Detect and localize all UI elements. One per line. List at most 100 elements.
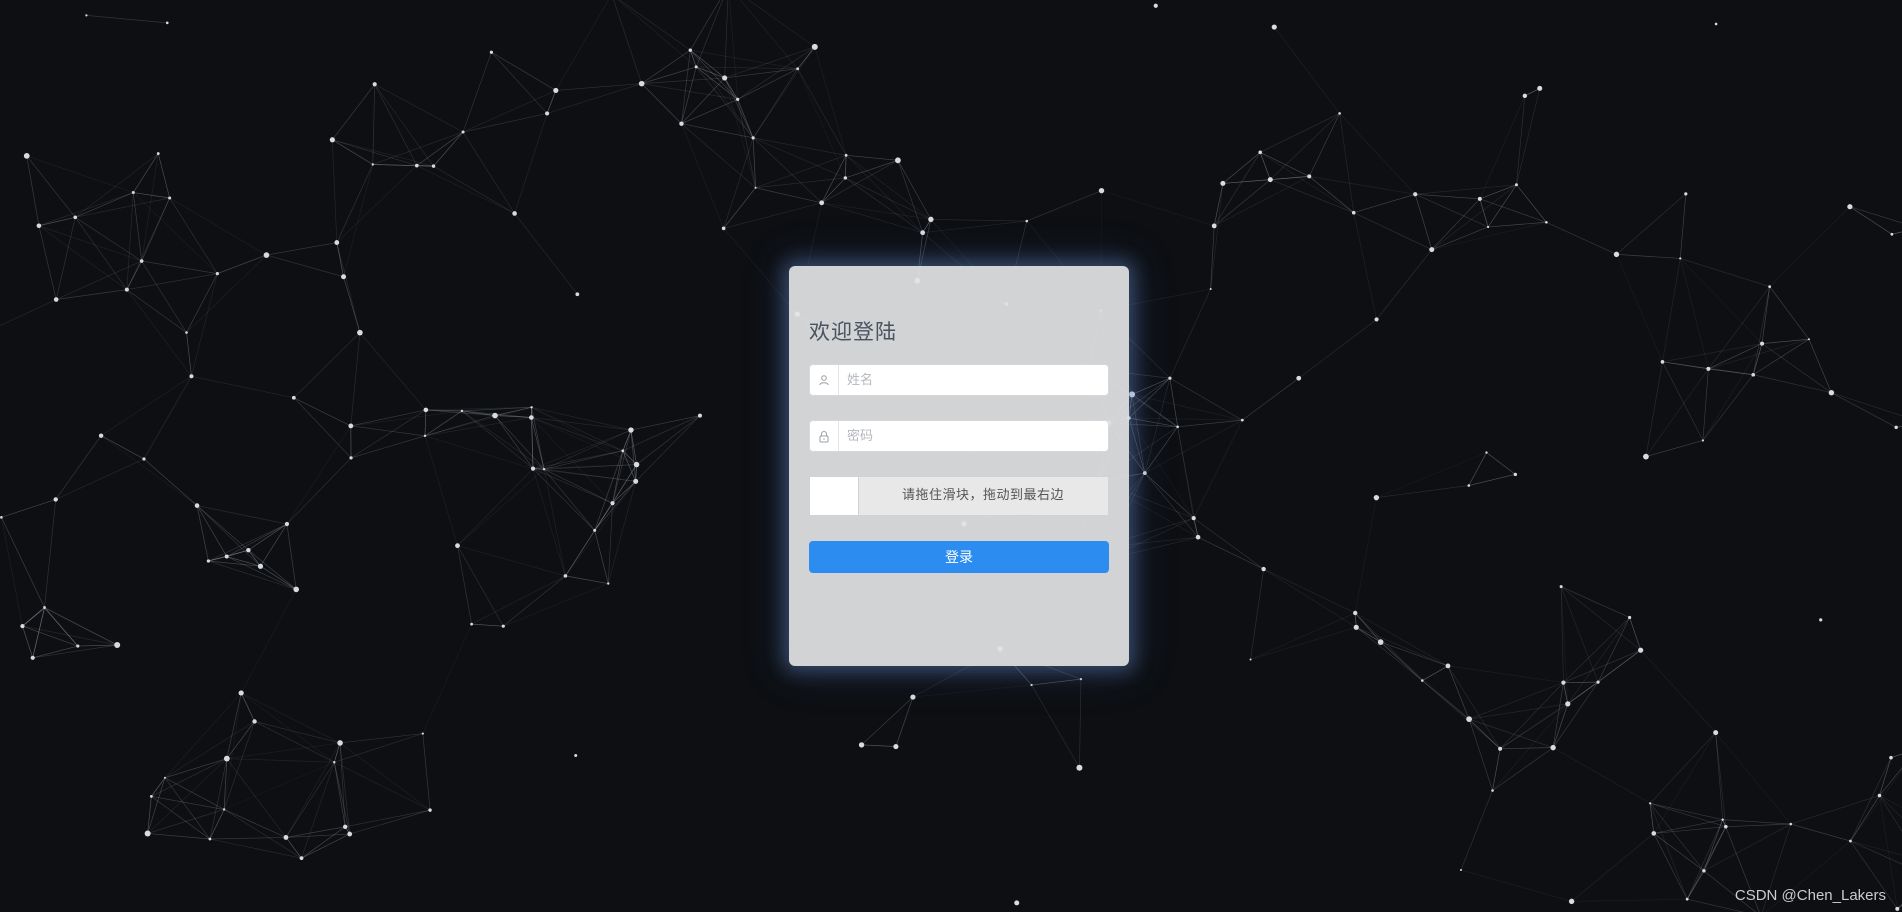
network-link — [293, 397, 352, 459]
network-link — [1571, 898, 1688, 902]
network-link — [336, 164, 374, 243]
network-link — [424, 435, 458, 546]
network-link — [861, 696, 914, 746]
network-link — [1376, 452, 1487, 498]
network-link — [1662, 258, 1681, 362]
network-node — [341, 274, 347, 280]
network-link — [1552, 681, 1599, 748]
network-node — [1373, 494, 1380, 501]
password-input[interactable] — [839, 422, 1108, 450]
network-link — [723, 187, 756, 229]
network-link — [133, 153, 159, 193]
network-link — [1353, 212, 1377, 320]
network-link — [1850, 795, 1880, 842]
network-link — [372, 131, 464, 165]
network-link — [846, 154, 898, 161]
network-node — [1374, 317, 1379, 322]
network-link — [1260, 152, 1354, 213]
network-link — [226, 758, 335, 763]
network-link — [1702, 368, 1709, 441]
network-link — [681, 99, 738, 125]
network-node — [1828, 390, 1835, 396]
slider-captcha: 请拖住滑块，拖动到最右边 — [809, 476, 1109, 516]
network-link — [1144, 472, 1199, 538]
network-node — [1685, 897, 1689, 901]
network-link — [1, 499, 56, 518]
network-node — [299, 856, 304, 861]
network-node — [1249, 658, 1252, 661]
watermark: CSDN @Chen_Lakers — [1734, 887, 1886, 904]
network-link — [126, 289, 192, 377]
network-link — [565, 575, 609, 584]
network-link — [86, 15, 168, 24]
network-node — [593, 528, 597, 532]
network-node — [1895, 906, 1900, 911]
network-link — [334, 761, 431, 811]
network-node — [283, 835, 289, 840]
network-link — [1431, 184, 1517, 250]
network-link — [555, 83, 642, 91]
network-link — [1263, 568, 1356, 614]
network-link — [543, 468, 595, 531]
network-node — [542, 467, 546, 471]
network-node — [1713, 730, 1719, 736]
network-link — [555, 0, 609, 91]
network-link — [1353, 212, 1432, 250]
network-link — [753, 137, 847, 156]
network-node — [223, 755, 230, 762]
network-link — [462, 113, 548, 133]
network-link — [1616, 254, 1681, 259]
network-node — [1537, 85, 1543, 91]
network-node — [168, 196, 172, 200]
network-node — [431, 164, 436, 168]
user-icon — [810, 365, 839, 395]
network-link — [531, 407, 545, 470]
network-link — [821, 177, 846, 204]
network-link — [457, 545, 566, 577]
network-link — [930, 219, 1027, 222]
network-node — [694, 65, 698, 69]
network-link — [607, 481, 637, 584]
network-link — [1468, 474, 1516, 486]
network-link — [897, 160, 932, 220]
network-node — [1467, 484, 1471, 487]
network-node — [1191, 516, 1196, 521]
network-link — [1649, 803, 1688, 900]
network-link — [1339, 113, 1355, 213]
network-node — [246, 547, 251, 553]
network-node — [224, 554, 229, 559]
network-node — [1271, 24, 1277, 30]
network-link — [845, 177, 923, 233]
network-node — [512, 211, 517, 216]
network-link — [1355, 612, 1449, 667]
slider-handle[interactable] — [810, 477, 859, 515]
login-button[interactable]: 登录 — [809, 541, 1109, 573]
network-link — [1597, 649, 1641, 683]
network-node — [372, 82, 377, 87]
network-link — [1468, 452, 1487, 486]
network-link — [724, 0, 729, 78]
network-node — [529, 415, 534, 420]
network-link — [724, 46, 815, 79]
network-link — [332, 139, 373, 165]
network-link — [164, 721, 255, 779]
network-link — [681, 123, 724, 229]
network-node — [628, 427, 634, 433]
name-input[interactable] — [839, 366, 1108, 394]
network-node — [1702, 869, 1706, 873]
network-link — [1769, 206, 1851, 287]
network-link — [350, 409, 427, 459]
network-link — [374, 84, 434, 167]
network-node — [679, 121, 684, 126]
network-link — [737, 68, 798, 100]
network-node — [796, 67, 800, 71]
network-node — [1220, 180, 1226, 186]
network-link — [1469, 703, 1568, 720]
network-node — [575, 292, 580, 297]
network-link — [425, 406, 532, 411]
lock-icon — [810, 421, 839, 451]
network-link — [223, 761, 335, 810]
network-link — [1790, 823, 1851, 842]
network-link — [372, 164, 434, 167]
network-node — [638, 80, 645, 87]
